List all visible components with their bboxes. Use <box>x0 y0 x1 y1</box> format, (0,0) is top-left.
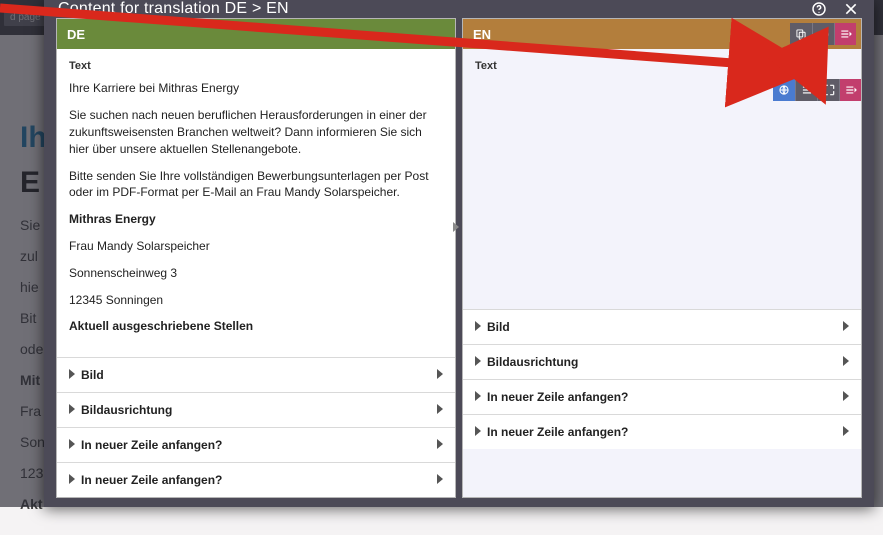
chevron-right-icon <box>69 403 75 417</box>
de-city: 12345 Sonningen <box>69 292 443 309</box>
chevron-right-icon <box>843 390 849 404</box>
modal-header: Content for translation DE > EN <box>44 0 874 18</box>
toolbar-list-icon[interactable] <box>795 79 817 101</box>
field-row-newline[interactable]: In neuer Zeile anfangen? <box>57 462 455 497</box>
field-row-newline[interactable]: In neuer Zeile anfangen? <box>463 379 861 414</box>
chevron-right-icon <box>437 403 443 417</box>
column-lang-label: EN <box>473 27 491 42</box>
chevron-right-icon <box>69 368 75 382</box>
source-column-de: DE Text Ihre Karriere bei Mithras Energy… <box>56 18 456 498</box>
text-field-label: Text <box>69 59 443 74</box>
chevron-right-icon <box>437 368 443 382</box>
field-label: Bildausrichtung <box>81 403 437 417</box>
column-header-de: DE <box>57 19 455 49</box>
column-body-en: Text Bild Bildausrichtung In neuer Zeile… <box>463 49 861 497</box>
field-row-bild[interactable]: Bild <box>57 357 455 392</box>
de-street: Sonnenscheinweg 3 <box>69 265 443 282</box>
toolbar-apply-field-icon[interactable] <box>839 79 861 101</box>
chevron-right-icon <box>69 473 75 487</box>
chevron-right-icon <box>475 425 481 439</box>
chevron-right-icon <box>475 390 481 404</box>
column-body-de: Text Ihre Karriere bei Mithras Energy Si… <box>57 49 455 497</box>
chevron-right-icon <box>437 438 443 452</box>
field-label: Bildausrichtung <box>487 355 843 369</box>
column-header-en: EN <box>463 19 861 49</box>
column-lang-label: DE <box>67 27 85 42</box>
translation-modal: Content for translation DE > EN DE Text … <box>44 0 874 507</box>
de-paragraph: Ihre Karriere bei Mithras Energy <box>69 80 443 97</box>
chevron-right-icon <box>843 425 849 439</box>
modal-title: Content for translation DE > EN <box>58 0 289 18</box>
field-row-newline[interactable]: In neuer Zeile anfangen? <box>463 414 861 449</box>
toolbar-translate-icon[interactable] <box>812 23 834 45</box>
modal-body: DE Text Ihre Karriere bei Mithras Energy… <box>44 18 874 510</box>
de-company: Mithras Energy <box>69 211 443 228</box>
de-contact: Frau Mandy Solarspeicher <box>69 238 443 255</box>
field-label: In neuer Zeile anfangen? <box>81 438 437 452</box>
close-icon[interactable] <box>842 0 860 18</box>
field-label: In neuer Zeile anfangen? <box>487 425 843 439</box>
field-row-newline[interactable]: In neuer Zeile anfangen? <box>57 427 455 462</box>
toolbar-translate-field-icon[interactable] <box>773 79 795 101</box>
en-header-toolbar <box>790 23 856 45</box>
chevron-right-icon <box>475 320 481 334</box>
chevron-right-icon <box>843 320 849 334</box>
en-field-toolbar <box>773 79 861 101</box>
de-paragraph: Sie suchen nach neuen beruflichen Heraus… <box>69 107 443 157</box>
field-row-bildausrichtung[interactable]: Bildausrichtung <box>463 344 861 379</box>
field-row-bildausrichtung[interactable]: Bildausrichtung <box>57 392 455 427</box>
field-row-bild[interactable]: Bild <box>463 309 861 344</box>
target-column-en: EN <box>462 18 862 498</box>
chevron-right-icon <box>69 438 75 452</box>
text-field-label: Text <box>475 59 849 74</box>
field-label: Bild <box>487 320 843 334</box>
de-paragraph: Bitte senden Sie Ihre vollständigen Bewe… <box>69 168 443 202</box>
de-text-section: Text Ihre Karriere bei Mithras Energy Si… <box>57 49 455 357</box>
help-icon[interactable] <box>810 0 828 18</box>
de-heading: Aktuell ausgeschriebene Stellen <box>69 318 443 335</box>
toolbar-expand-icon[interactable] <box>817 79 839 101</box>
field-label: Bild <box>81 368 437 382</box>
chevron-right-icon <box>475 355 481 369</box>
toolbar-apply-icon[interactable] <box>834 23 856 45</box>
field-label: In neuer Zeile anfangen? <box>81 473 437 487</box>
chevron-right-icon <box>843 355 849 369</box>
modal-header-actions <box>810 0 860 18</box>
chevron-right-icon <box>437 473 443 487</box>
toolbar-copy-icon[interactable] <box>790 23 812 45</box>
field-label: In neuer Zeile anfangen? <box>487 390 843 404</box>
